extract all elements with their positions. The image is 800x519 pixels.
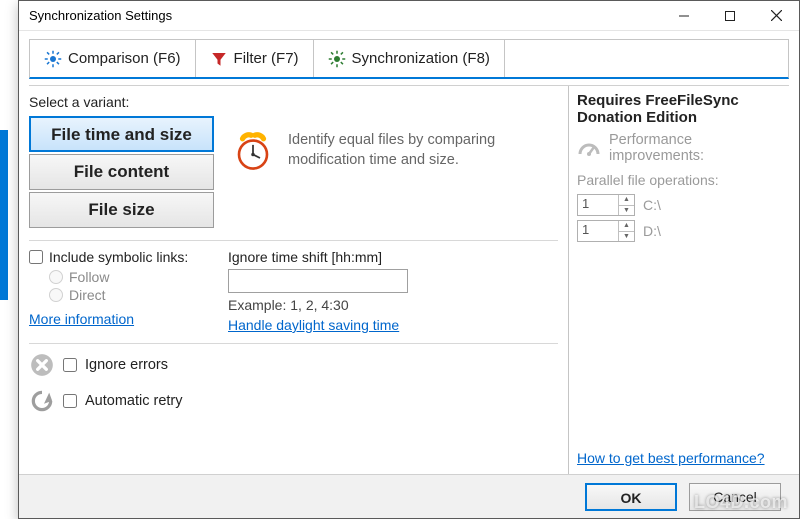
tab-synchronization[interactable]: Synchronization (F8): [314, 40, 505, 77]
automatic-retry-row: Automatic retry: [29, 388, 558, 414]
drive-label-1: D:\: [643, 223, 661, 239]
dst-link[interactable]: Handle daylight saving time: [228, 317, 558, 333]
window-title: Synchronization Settings: [29, 8, 661, 23]
tab-filter[interactable]: Filter (F7): [196, 40, 314, 77]
tab-synchronization-label: Synchronization (F8): [352, 50, 490, 67]
include-symlinks-label: Include symbolic links:: [49, 249, 188, 265]
select-variant-label: Select a variant:: [29, 94, 558, 110]
symlinks-check-row: Include symbolic links:: [29, 249, 214, 265]
right-pane: Requires FreeFileSync Donation Edition P…: [569, 86, 789, 474]
clock-icon: [232, 130, 274, 172]
spin-arrows-1[interactable]: ▲▼: [618, 221, 634, 241]
symlinks-section: Include symbolic links: Follow Direct: [29, 249, 214, 333]
chevron-down-icon[interactable]: ▼: [619, 206, 634, 216]
symlink-follow-label: Follow: [69, 269, 109, 285]
gear-icon: [44, 50, 62, 68]
button-bar: OK Cancel: [19, 474, 799, 518]
tab-spacer: [505, 40, 788, 77]
performance-title: Performance improvements:: [609, 132, 789, 164]
variant-time-size[interactable]: File time and size: [29, 116, 214, 152]
automatic-retry-label: Automatic retry: [85, 393, 183, 409]
ignore-errors-row: Ignore errors: [29, 352, 558, 378]
symlink-direct-radio[interactable]: [49, 288, 63, 302]
variant-size[interactable]: File size: [29, 192, 214, 228]
parallel-value-1: 1: [578, 221, 618, 241]
parallel-ops-label: Parallel file operations:: [577, 172, 789, 188]
include-symlinks-checkbox[interactable]: [29, 250, 43, 264]
right-bottom: How to get best performance?: [577, 450, 789, 470]
parallel-value-0: 1: [578, 195, 618, 215]
automatic-retry-checkbox[interactable]: [63, 394, 77, 408]
chevron-up-icon[interactable]: ▲: [619, 221, 634, 232]
minimize-button[interactable]: [661, 1, 707, 31]
left-pane: Select a variant: File time and size Fil…: [29, 86, 569, 474]
timeshift-label: Ignore time shift [hh:mm]: [228, 249, 558, 265]
parallel-spin-0[interactable]: 1 ▲▼: [577, 194, 635, 216]
x-circle-icon: [29, 352, 55, 378]
gauge-icon: [577, 136, 601, 160]
close-icon: [771, 10, 782, 21]
tab-comparison-label: Comparison (F6): [68, 50, 181, 67]
gear-green-icon: [328, 50, 346, 68]
more-information-link[interactable]: More information: [29, 311, 134, 327]
minimize-icon: [679, 11, 689, 21]
chevron-down-icon[interactable]: ▼: [619, 232, 634, 242]
variant-content[interactable]: File content: [29, 154, 214, 190]
maximize-icon: [725, 11, 735, 21]
ok-button[interactable]: OK: [585, 483, 677, 511]
content-area: Select a variant: File time and size Fil…: [29, 85, 789, 474]
cancel-button[interactable]: Cancel: [689, 483, 781, 511]
symlink-follow-radio[interactable]: [49, 270, 63, 284]
close-button[interactable]: [753, 1, 799, 31]
performance-row: Performance improvements:: [577, 132, 789, 164]
titlebar: Synchronization Settings: [19, 1, 799, 31]
parallel-row-0: 1 ▲▼ C:\: [577, 194, 789, 216]
ignore-errors-checkbox[interactable]: [63, 358, 77, 372]
background-selection-bar: [0, 130, 8, 300]
timeshift-section: Ignore time shift [hh:mm] Example: 1, 2,…: [228, 249, 558, 333]
variant-description-text: Identify equal files by comparing modifi…: [288, 131, 552, 170]
variant-row: File time and size File content File siz…: [29, 116, 558, 228]
requires-edition-label: Requires FreeFileSync Donation Edition: [577, 92, 789, 126]
symlink-direct-label: Direct: [69, 287, 106, 303]
timeshift-example: Example: 1, 2, 4:30: [228, 297, 558, 313]
ignore-errors-label: Ignore errors: [85, 357, 168, 373]
variant-buttons: File time and size File content File siz…: [29, 116, 214, 228]
timeshift-input[interactable]: [228, 269, 408, 293]
variant-description: Identify equal files by comparing modifi…: [232, 116, 552, 172]
mid-row: Include symbolic links: Follow Direct: [29, 240, 558, 333]
maximize-button[interactable]: [707, 1, 753, 31]
tab-filter-label: Filter (F7): [234, 50, 299, 67]
parallel-row-1: 1 ▲▼ D:\: [577, 220, 789, 242]
retry-icon: [29, 388, 55, 414]
funnel-icon: [210, 50, 228, 68]
chevron-up-icon[interactable]: ▲: [619, 195, 634, 206]
errors-section: Ignore errors Automatic retry: [29, 343, 558, 414]
best-performance-link[interactable]: How to get best performance?: [577, 450, 765, 466]
parallel-spin-1[interactable]: 1 ▲▼: [577, 220, 635, 242]
tab-comparison[interactable]: Comparison (F6): [30, 40, 196, 77]
spin-arrows-0[interactable]: ▲▼: [618, 195, 634, 215]
drive-label-0: C:\: [643, 197, 661, 213]
settings-window: Synchronization Settings Comparison (F6)…: [18, 0, 800, 519]
symlinks-radio-group: Follow Direct: [49, 269, 214, 303]
tab-strip: Comparison (F6) Filter (F7) Synchronizat…: [29, 39, 789, 79]
